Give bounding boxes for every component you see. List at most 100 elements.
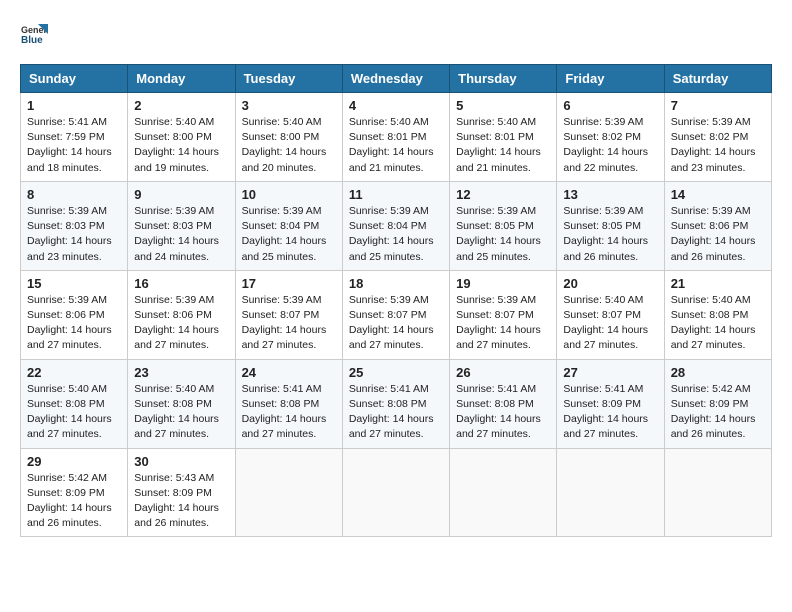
cell-content: Sunrise: 5:39 AM Sunset: 8:05 PM Dayligh… [563,204,657,265]
cell-content: Sunrise: 5:39 AM Sunset: 8:07 PM Dayligh… [349,293,443,354]
calendar-week-1: 1 Sunrise: 5:41 AM Sunset: 7:59 PM Dayli… [21,93,772,182]
daylight-label: Daylight: 14 hours and 25 minutes. [349,235,434,262]
logo-icon: General Blue [20,20,48,48]
cell-content: Sunrise: 5:39 AM Sunset: 8:05 PM Dayligh… [456,204,550,265]
cell-content: Sunrise: 5:39 AM Sunset: 8:06 PM Dayligh… [134,293,228,354]
day-number: 30 [134,454,228,469]
day-number: 5 [456,98,550,113]
cell-content: Sunrise: 5:41 AM Sunset: 7:59 PM Dayligh… [27,115,121,176]
day-number: 24 [242,365,336,380]
daylight-label: Daylight: 14 hours and 20 minutes. [242,146,327,173]
daylight-label: Daylight: 14 hours and 27 minutes. [563,413,648,440]
daylight-label: Daylight: 14 hours and 26 minutes. [134,502,219,529]
sunset-label: Sunset: 8:05 PM [563,220,641,232]
cell-content: Sunrise: 5:42 AM Sunset: 8:09 PM Dayligh… [27,471,121,532]
sunrise-label: Sunrise: 5:42 AM [27,472,107,484]
daylight-label: Daylight: 14 hours and 19 minutes. [134,146,219,173]
daylight-label: Daylight: 14 hours and 25 minutes. [242,235,327,262]
sunset-label: Sunset: 8:04 PM [242,220,320,232]
sunrise-label: Sunrise: 5:40 AM [563,294,643,306]
cell-content: Sunrise: 5:39 AM Sunset: 8:03 PM Dayligh… [27,204,121,265]
daylight-label: Daylight: 14 hours and 27 minutes. [456,413,541,440]
sunrise-label: Sunrise: 5:39 AM [134,294,214,306]
calendar-cell: 5 Sunrise: 5:40 AM Sunset: 8:01 PM Dayli… [450,93,557,182]
sunset-label: Sunset: 8:06 PM [134,309,212,321]
day-number: 21 [671,276,765,291]
column-header-thursday: Thursday [450,65,557,93]
daylight-label: Daylight: 14 hours and 21 minutes. [456,146,541,173]
daylight-label: Daylight: 14 hours and 26 minutes. [27,502,112,529]
calendar-cell: 8 Sunrise: 5:39 AM Sunset: 8:03 PM Dayli… [21,181,128,270]
sunrise-label: Sunrise: 5:39 AM [456,294,536,306]
cell-content: Sunrise: 5:43 AM Sunset: 8:09 PM Dayligh… [134,471,228,532]
calendar-week-5: 29 Sunrise: 5:42 AM Sunset: 8:09 PM Dayl… [21,448,772,537]
calendar-cell: 9 Sunrise: 5:39 AM Sunset: 8:03 PM Dayli… [128,181,235,270]
daylight-label: Daylight: 14 hours and 27 minutes. [242,413,327,440]
sunrise-label: Sunrise: 5:39 AM [671,205,751,217]
cell-content: Sunrise: 5:40 AM Sunset: 8:07 PM Dayligh… [563,293,657,354]
day-number: 20 [563,276,657,291]
calendar-cell: 17 Sunrise: 5:39 AM Sunset: 8:07 PM Dayl… [235,270,342,359]
cell-content: Sunrise: 5:40 AM Sunset: 8:08 PM Dayligh… [134,382,228,443]
sunrise-label: Sunrise: 5:41 AM [563,383,643,395]
day-number: 25 [349,365,443,380]
sunrise-label: Sunrise: 5:40 AM [134,383,214,395]
sunrise-label: Sunrise: 5:39 AM [456,205,536,217]
day-number: 17 [242,276,336,291]
day-number: 26 [456,365,550,380]
sunset-label: Sunset: 8:00 PM [134,131,212,143]
sunrise-label: Sunrise: 5:39 AM [27,294,107,306]
daylight-label: Daylight: 14 hours and 25 minutes. [456,235,541,262]
sunset-label: Sunset: 8:09 PM [563,398,641,410]
day-number: 28 [671,365,765,380]
sunrise-label: Sunrise: 5:41 AM [242,383,322,395]
day-number: 12 [456,187,550,202]
sunrise-label: Sunrise: 5:40 AM [134,116,214,128]
day-number: 15 [27,276,121,291]
cell-content: Sunrise: 5:40 AM Sunset: 8:01 PM Dayligh… [456,115,550,176]
calendar-cell: 19 Sunrise: 5:39 AM Sunset: 8:07 PM Dayl… [450,270,557,359]
calendar-cell: 14 Sunrise: 5:39 AM Sunset: 8:06 PM Dayl… [664,181,771,270]
calendar-header-row: SundayMondayTuesdayWednesdayThursdayFrid… [21,65,772,93]
calendar-cell: 27 Sunrise: 5:41 AM Sunset: 8:09 PM Dayl… [557,359,664,448]
cell-content: Sunrise: 5:41 AM Sunset: 8:08 PM Dayligh… [456,382,550,443]
calendar-cell: 6 Sunrise: 5:39 AM Sunset: 8:02 PM Dayli… [557,93,664,182]
cell-content: Sunrise: 5:42 AM Sunset: 8:09 PM Dayligh… [671,382,765,443]
sunrise-label: Sunrise: 5:39 AM [349,205,429,217]
day-number: 7 [671,98,765,113]
calendar-cell: 21 Sunrise: 5:40 AM Sunset: 8:08 PM Dayl… [664,270,771,359]
sunrise-label: Sunrise: 5:42 AM [671,383,751,395]
day-number: 14 [671,187,765,202]
daylight-label: Daylight: 14 hours and 18 minutes. [27,146,112,173]
daylight-label: Daylight: 14 hours and 27 minutes. [671,324,756,351]
calendar-cell: 16 Sunrise: 5:39 AM Sunset: 8:06 PM Dayl… [128,270,235,359]
calendar-cell [342,448,449,537]
sunrise-label: Sunrise: 5:41 AM [349,383,429,395]
cell-content: Sunrise: 5:39 AM Sunset: 8:04 PM Dayligh… [242,204,336,265]
calendar-cell: 11 Sunrise: 5:39 AM Sunset: 8:04 PM Dayl… [342,181,449,270]
daylight-label: Daylight: 14 hours and 27 minutes. [456,324,541,351]
sunrise-label: Sunrise: 5:40 AM [456,116,536,128]
sunset-label: Sunset: 8:04 PM [349,220,427,232]
sunrise-label: Sunrise: 5:39 AM [671,116,751,128]
calendar-cell: 29 Sunrise: 5:42 AM Sunset: 8:09 PM Dayl… [21,448,128,537]
sunrise-label: Sunrise: 5:41 AM [456,383,536,395]
daylight-label: Daylight: 14 hours and 27 minutes. [349,413,434,440]
sunset-label: Sunset: 8:07 PM [456,309,534,321]
calendar-cell: 1 Sunrise: 5:41 AM Sunset: 7:59 PM Dayli… [21,93,128,182]
sunrise-label: Sunrise: 5:39 AM [134,205,214,217]
calendar-cell: 28 Sunrise: 5:42 AM Sunset: 8:09 PM Dayl… [664,359,771,448]
sunset-label: Sunset: 8:03 PM [27,220,105,232]
cell-content: Sunrise: 5:40 AM Sunset: 8:00 PM Dayligh… [134,115,228,176]
calendar-cell: 4 Sunrise: 5:40 AM Sunset: 8:01 PM Dayli… [342,93,449,182]
cell-content: Sunrise: 5:39 AM Sunset: 8:06 PM Dayligh… [671,204,765,265]
calendar-cell [557,448,664,537]
sunrise-label: Sunrise: 5:39 AM [563,116,643,128]
cell-content: Sunrise: 5:40 AM Sunset: 8:00 PM Dayligh… [242,115,336,176]
column-header-friday: Friday [557,65,664,93]
sunset-label: Sunset: 8:08 PM [27,398,105,410]
cell-content: Sunrise: 5:41 AM Sunset: 8:08 PM Dayligh… [349,382,443,443]
cell-content: Sunrise: 5:40 AM Sunset: 8:01 PM Dayligh… [349,115,443,176]
sunrise-label: Sunrise: 5:40 AM [349,116,429,128]
sunset-label: Sunset: 8:06 PM [671,220,749,232]
